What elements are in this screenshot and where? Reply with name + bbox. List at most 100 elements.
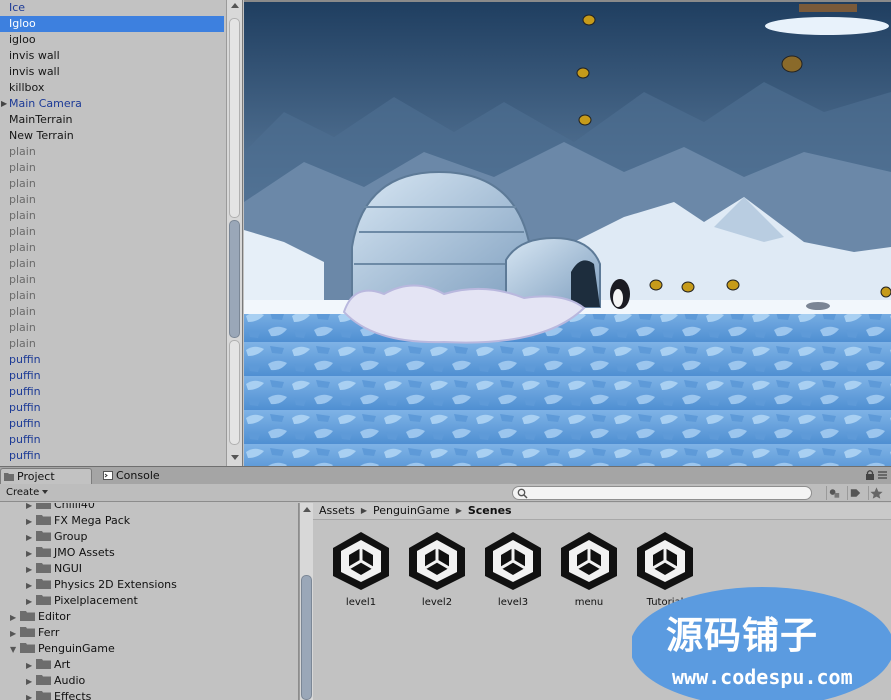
hierarchy-item[interactable]: plain bbox=[0, 192, 224, 208]
hierarchy-item[interactable]: puffin bbox=[0, 352, 224, 368]
hierarchy-item[interactable]: killbox bbox=[0, 80, 224, 96]
hierarchy-item[interactable]: Ice bbox=[0, 0, 224, 16]
folder-tree-item[interactable]: ▶ Chilli40 bbox=[26, 503, 95, 513]
expand-arrow-icon[interactable]: ▶ bbox=[26, 530, 36, 546]
search-icon bbox=[517, 488, 528, 499]
scrollbar-thumb[interactable] bbox=[229, 220, 240, 338]
folder-tree-scrollbar[interactable] bbox=[299, 503, 313, 700]
scrollbar-thumb[interactable] bbox=[301, 575, 312, 700]
folder-tree-item[interactable]: ▼ PenguinGame bbox=[10, 641, 115, 657]
expand-arrow-icon[interactable]: ▶ bbox=[26, 594, 36, 610]
folder-icon bbox=[36, 515, 51, 525]
hierarchy-item-label: plain bbox=[9, 273, 36, 286]
star-icon[interactable] bbox=[868, 486, 884, 500]
folder-icon bbox=[36, 675, 51, 685]
hierarchy-item[interactable]: ▶ Main Camera bbox=[0, 96, 224, 112]
folder-tree-item[interactable]: ▶ Effects bbox=[26, 689, 91, 700]
lock-icon[interactable] bbox=[866, 470, 874, 480]
hierarchy-item[interactable]: puffin bbox=[0, 432, 224, 448]
hierarchy-item[interactable]: invis wall bbox=[0, 48, 224, 64]
hierarchy-item-label: plain bbox=[9, 321, 36, 334]
folder-tree-item[interactable]: ▶ Pixelplacement bbox=[26, 593, 138, 609]
expand-arrow-icon[interactable]: ▶ bbox=[26, 562, 36, 578]
hierarchy-item[interactable]: plain bbox=[0, 336, 224, 352]
folder-tree-item[interactable]: ▶ Ferr bbox=[10, 625, 59, 641]
hierarchy-item[interactable]: puffin bbox=[0, 368, 224, 384]
folder-tree-item-label: Chilli40 bbox=[54, 503, 95, 511]
folder-icon bbox=[36, 503, 51, 509]
folder-tree-item-label: Audio bbox=[54, 674, 86, 687]
hierarchy-item-label: puffin bbox=[9, 385, 41, 398]
hierarchy-item[interactable]: plain bbox=[0, 256, 224, 272]
hierarchy-item[interactable]: plain bbox=[0, 288, 224, 304]
scrollbar-track-upper bbox=[229, 18, 240, 218]
folder-tree-item[interactable]: ▶ Editor bbox=[10, 609, 71, 625]
filter-by-type-icon[interactable] bbox=[826, 486, 842, 500]
hierarchy-panel: Ice Igloo igloo invis wall invis wall killbox… bbox=[0, 0, 243, 466]
panel-menu-icon[interactable] bbox=[878, 471, 887, 479]
hierarchy-scrollbar[interactable] bbox=[226, 0, 242, 466]
hierarchy-item[interactable]: puffin bbox=[0, 400, 224, 416]
breadcrumb-item[interactable]: Scenes bbox=[468, 503, 512, 519]
breadcrumb-item[interactable]: Assets bbox=[319, 503, 355, 519]
scroll-up-arrow-icon[interactable] bbox=[303, 507, 311, 512]
folder-icon bbox=[36, 579, 51, 589]
hierarchy-item-label: plain bbox=[9, 161, 36, 174]
hierarchy-item[interactable]: plain bbox=[0, 224, 224, 240]
folder-tree-item[interactable]: ▶ Audio bbox=[26, 673, 85, 689]
expand-arrow-icon[interactable]: ▶ bbox=[26, 674, 36, 690]
tab-project[interactable]: Project bbox=[0, 468, 92, 485]
hierarchy-item-label: plain bbox=[9, 241, 36, 254]
hierarchy-item[interactable]: puffin bbox=[0, 384, 224, 400]
hierarchy-item[interactable]: MainTerrain bbox=[0, 112, 224, 128]
expand-arrow-icon[interactable]: ▶ bbox=[26, 578, 36, 594]
expand-arrow-icon[interactable]: ▶ bbox=[10, 610, 20, 626]
breadcrumb-item[interactable]: PenguinGame bbox=[373, 503, 450, 519]
folder-tree-item-label: FX Mega Pack bbox=[54, 514, 131, 527]
scroll-up-arrow-icon[interactable] bbox=[231, 3, 239, 8]
hierarchy-item[interactable]: plain bbox=[0, 240, 224, 256]
hierarchy-item[interactable]: plain bbox=[0, 144, 224, 160]
folder-icon bbox=[36, 547, 51, 557]
scene-asset[interactable]: level2 bbox=[402, 530, 472, 612]
expand-arrow-icon[interactable]: ▶ bbox=[1, 96, 7, 112]
scene-asset[interactable]: level3 bbox=[478, 530, 548, 612]
game-view[interactable] bbox=[244, 0, 891, 466]
tab-console[interactable]: Console bbox=[100, 468, 180, 485]
scroll-down-arrow-icon[interactable] bbox=[231, 455, 239, 460]
folder-tree-item[interactable]: ▶ Art bbox=[26, 657, 70, 673]
scene-asset[interactable]: menu bbox=[554, 530, 624, 612]
hierarchy-item[interactable]: puffin bbox=[0, 448, 224, 464]
unity-scene-icon bbox=[637, 532, 693, 590]
hierarchy-item[interactable]: puffin bbox=[0, 416, 224, 432]
hierarchy-item[interactable]: plain bbox=[0, 176, 224, 192]
expand-arrow-icon[interactable]: ▶ bbox=[26, 514, 36, 530]
hierarchy-item[interactable]: plain bbox=[0, 208, 224, 224]
filter-by-label-icon[interactable] bbox=[847, 486, 863, 500]
scene-asset[interactable]: level1 bbox=[326, 530, 396, 612]
expand-arrow-icon[interactable]: ▶ bbox=[10, 626, 20, 642]
hierarchy-item[interactable]: plain bbox=[0, 272, 224, 288]
hierarchy-item[interactable]: Igloo bbox=[0, 16, 224, 32]
collapse-arrow-icon[interactable]: ▼ bbox=[10, 642, 20, 658]
folder-tree-item[interactable]: ▶ Physics 2D Extensions bbox=[26, 577, 177, 593]
expand-arrow-icon[interactable]: ▶ bbox=[26, 546, 36, 562]
hierarchy-item[interactable]: igloo bbox=[0, 32, 224, 48]
expand-arrow-icon[interactable]: ▶ bbox=[26, 690, 36, 700]
create-button[interactable]: Create bbox=[2, 486, 52, 500]
folder-tree-item[interactable]: ▶ JMO Assets bbox=[26, 545, 115, 561]
console-icon bbox=[103, 471, 113, 480]
project-folder-tree: ▶ Chilli40 ▶ FX Mega Pack ▶ Group ▶ JMO Assets ▶… bbox=[0, 503, 299, 700]
breadcrumb-separator-icon: ▶ bbox=[455, 506, 462, 515]
hierarchy-item[interactable]: plain bbox=[0, 160, 224, 176]
hierarchy-item[interactable]: invis wall bbox=[0, 64, 224, 80]
hierarchy-item[interactable]: plain bbox=[0, 320, 224, 336]
folder-tree-item[interactable]: ▶ FX Mega Pack bbox=[26, 513, 130, 529]
search-input[interactable] bbox=[512, 486, 812, 500]
folder-tree-item[interactable]: ▶ NGUI bbox=[26, 561, 82, 577]
expand-arrow-icon[interactable]: ▶ bbox=[26, 658, 36, 674]
hierarchy-item[interactable]: New Terrain bbox=[0, 128, 224, 144]
folder-tree-item[interactable]: ▶ Group bbox=[26, 529, 88, 545]
hierarchy-item[interactable]: plain bbox=[0, 304, 224, 320]
hierarchy-item-label: plain bbox=[9, 337, 36, 350]
